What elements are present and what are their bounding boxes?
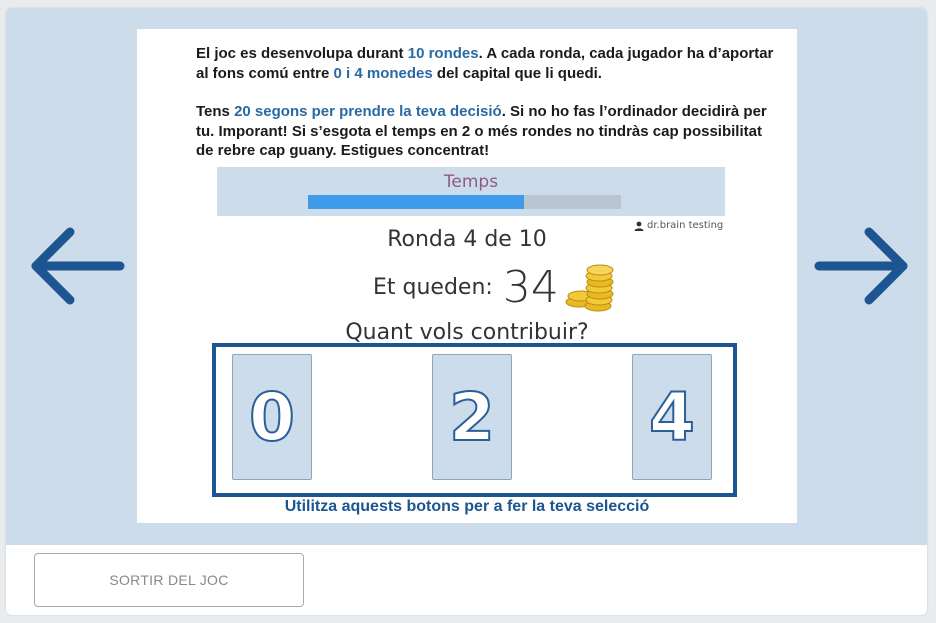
instructions: El joc es desenvolupa durant 10 rondes. … (196, 44, 781, 180)
coins-range-highlight: 0 i 4 monedes (333, 64, 433, 82)
instructions-paragraph-1: El joc es desenvolupa durant 10 rondes. … (196, 44, 781, 83)
game-stage: El joc es desenvolupa durant 10 rondes. … (6, 8, 927, 545)
choice-button-0[interactable]: 0 (232, 354, 312, 480)
choice-buttons-panel: 0 2 4 (212, 343, 737, 497)
time-limit-highlight: 20 segons per prendre la teva decisió (234, 103, 502, 120)
contribution-question: Quant vols contribuir? (345, 320, 589, 344)
choice-value: 2 (448, 378, 496, 457)
remaining-coins: Et queden: 34 (373, 257, 619, 317)
round-indicator: Ronda 4 de 10 (387, 227, 547, 252)
instructions-text: El joc es desenvolupa durant (196, 45, 408, 62)
coins-icon (565, 264, 614, 312)
instructions-paragraph-2: Tens 20 segons per prendre la teva decis… (196, 102, 781, 161)
timer-label: Temps (443, 172, 499, 192)
remaining-value: 34 (502, 261, 559, 313)
selection-hint: Utilitza aquests botons per a fer la tev… (284, 498, 650, 515)
timer-progress-fill (308, 195, 524, 209)
arrow-right-icon[interactable] (811, 224, 911, 308)
remaining-label: Et queden: (373, 274, 493, 300)
choice-button-2[interactable]: 2 (432, 354, 512, 480)
instructions-text: del capital que li quedi. (432, 64, 602, 82)
choice-button-4[interactable]: 4 (632, 354, 712, 480)
rounds-highlight: 10 rondes (407, 45, 479, 62)
instructions-text: Tens (196, 103, 235, 120)
exit-game-button[interactable]: SORTIR DEL JOC (34, 553, 304, 607)
arrow-left-icon[interactable] (28, 224, 128, 308)
choice-value: 4 (648, 378, 696, 457)
game-card: El joc es desenvolupa durant 10 rondes. … (137, 29, 797, 523)
game-window: El joc es desenvolupa durant 10 rondes. … (6, 8, 927, 615)
choice-value: 0 (248, 378, 296, 457)
timer-panel: Temps (217, 167, 725, 216)
timer-progress-track (308, 195, 621, 209)
